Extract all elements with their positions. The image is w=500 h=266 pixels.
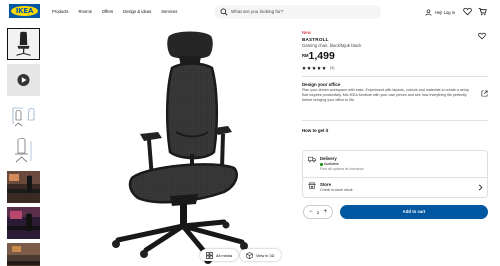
login-button[interactable]: Hej! Log in: [425, 7, 455, 17]
divider: [302, 76, 488, 77]
main-nav: Products Rooms Offers Design & ideas Ser…: [52, 8, 177, 16]
search-icon: [220, 8, 228, 16]
view-3d-button[interactable]: View in 3D: [240, 249, 281, 261]
delivery-note: Find all options at checkout: [320, 167, 364, 171]
product-rating[interactable]: (3): [302, 66, 334, 70]
site-header: IKEA Products Rooms Offers Design & idea…: [0, 0, 500, 25]
thumbnail-dimensions-2[interactable]: [7, 135, 40, 167]
nav-design-ideas[interactable]: Design & ideas: [123, 8, 151, 16]
quantity-value[interactable]: 1: [317, 210, 320, 215]
delivery-title: Delivery: [320, 156, 337, 161]
nav-products[interactable]: Products: [52, 8, 69, 16]
heart-icon[interactable]: [463, 7, 472, 16]
search-input[interactable]: What are you looking for?: [214, 5, 381, 19]
fulfilment-options: Delivery Available Find all options at c…: [302, 150, 488, 198]
view-3d-label: View in 3D: [256, 252, 275, 258]
design-title[interactable]: Design your office: [302, 82, 340, 87]
thumbnail-room-photo-2[interactable]: [7, 207, 40, 239]
thumbnail-dimensions[interactable]: [7, 100, 40, 132]
quantity-stepper: − 1 +: [303, 205, 333, 219]
thumbnail-room-photo-3[interactable]: [7, 243, 40, 266]
favourite-heart-icon[interactable]: [478, 32, 486, 40]
nav-services[interactable]: Services: [161, 8, 177, 16]
product-main-image[interactable]: [46, 28, 284, 264]
user-icon: [425, 8, 432, 16]
star-icon: [322, 66, 326, 70]
new-badge: New: [302, 30, 311, 35]
cart-icon[interactable]: [478, 7, 487, 16]
price-value: 1,499: [308, 50, 335, 62]
store-title: Store: [320, 182, 331, 187]
delivery-status: Available: [324, 161, 339, 166]
external-link-icon[interactable]: [481, 90, 488, 97]
star-icon: [307, 66, 311, 70]
divider: [303, 177, 487, 178]
store-note: Check in-store stock: [320, 188, 353, 192]
product-price: RM 1,499: [302, 51, 335, 62]
decrease-quantity-button[interactable]: −: [309, 209, 313, 215]
gaming-chair-image: [112, 31, 248, 264]
star-icon: [312, 66, 316, 70]
review-count: (3): [330, 66, 335, 70]
star-icon: [302, 66, 306, 70]
thumbnail-room-photo-1[interactable]: [7, 171, 40, 203]
product-name: BASTROLL: [302, 37, 329, 42]
design-text: Plan your dream workspace with ease. Exp…: [302, 88, 469, 102]
available-status-dot: [320, 163, 323, 166]
increase-quantity-button[interactable]: +: [323, 209, 327, 215]
grid-icon: [206, 251, 213, 259]
how-to-get-title: How to get it: [302, 128, 329, 133]
thumbnail-chair-front[interactable]: [7, 28, 40, 60]
cube-3d-icon: [246, 251, 253, 259]
thumbnail-strip: [7, 28, 40, 266]
store-icon: [308, 182, 316, 189]
nav-rooms[interactable]: Rooms: [79, 8, 92, 16]
star-icon: [317, 66, 321, 70]
add-to-cart-button[interactable]: Add to cart: [340, 205, 488, 219]
nav-offers[interactable]: Offers: [102, 8, 113, 16]
chevron-right-icon: [478, 184, 483, 191]
ikea-logo[interactable]: IKEA: [9, 4, 40, 18]
thumbnail-video[interactable]: [7, 64, 40, 96]
search-placeholder: What are you looking for?: [231, 9, 284, 14]
truck-icon: [308, 156, 316, 163]
logo-text: IKEA: [15, 7, 34, 15]
login-label: Hej! Log in: [435, 9, 456, 15]
divider: [302, 120, 488, 121]
all-media-button[interactable]: All media: [200, 249, 239, 261]
all-media-label: All media: [216, 252, 233, 258]
product-description: Gaming chair, black/Mjuk black: [302, 43, 362, 48]
